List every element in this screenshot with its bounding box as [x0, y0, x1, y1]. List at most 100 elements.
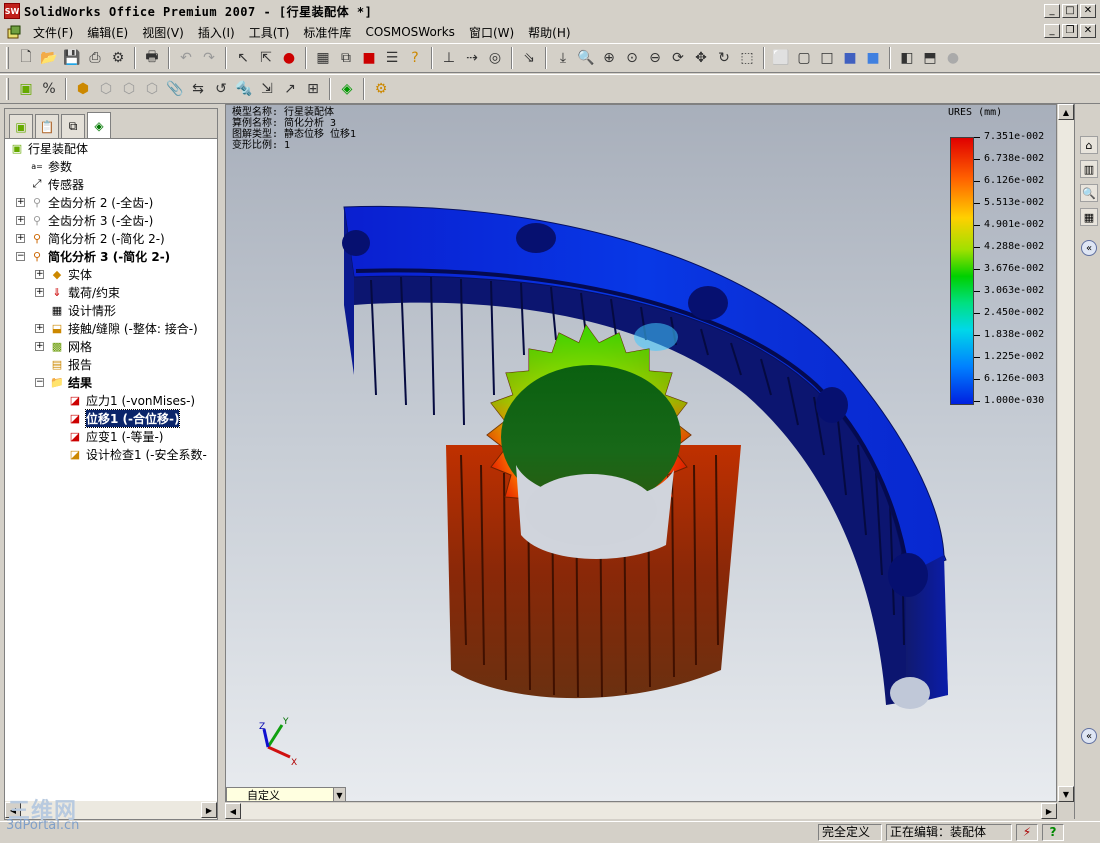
doc-close-icon[interactable]: ✕: [1080, 24, 1096, 38]
rebuild-status-icon[interactable]: ⚡: [1016, 824, 1038, 841]
wireframe-icon[interactable]: ⬜: [771, 48, 791, 68]
tree-item-displacement1[interactable]: ◪ 位移1 (-合位移-): [67, 408, 181, 428]
traffic-light-icon[interactable]: ●: [279, 48, 299, 68]
move-component-icon[interactable]: ⇆: [188, 79, 208, 99]
collapse-icon[interactable]: −: [35, 378, 44, 387]
tree-item-parameters[interactable]: a= 参数: [29, 157, 72, 175]
interference-icon[interactable]: ⊞: [303, 79, 323, 99]
tree-item-mesh[interactable]: ▩ 网格: [49, 337, 92, 355]
maximize-icon[interactable]: □: [1062, 4, 1078, 18]
property-manager-tab-icon[interactable]: 📋: [35, 114, 59, 138]
shaded-edges-icon[interactable]: ■: [840, 48, 860, 68]
tree-item-sensors[interactable]: ⤢ 传感器: [29, 175, 84, 193]
configuration-manager-tab-icon[interactable]: ⧉: [61, 114, 85, 138]
axis-icon[interactable]: ⇢: [462, 48, 482, 68]
expand-icon[interactable]: +: [35, 270, 44, 279]
tree-item-study-full3[interactable]: ⚲ 全齿分析 3 (-全齿-): [29, 211, 153, 229]
gear-settings-icon[interactable]: ⚙: [371, 79, 391, 99]
tree-item-study-full2[interactable]: ⚲ 全齿分析 2 (-全齿-): [29, 193, 153, 211]
tree-item-study-simple3[interactable]: ⚲ 简化分析 3 (-简化 2-): [29, 247, 170, 265]
tree-item-loads[interactable]: ⇓ 载荷/约束: [49, 283, 120, 301]
tree-item-strain1[interactable]: ◪ 应变1 (-等量-): [67, 427, 164, 445]
section-view-icon[interactable]: ◧: [897, 48, 917, 68]
scroll-right-icon[interactable]: ▶: [201, 802, 217, 818]
design-library-icon[interactable]: ▥: [1080, 160, 1098, 178]
dropdown-arrow-icon[interactable]: ▼: [333, 788, 345, 801]
menu-file[interactable]: 文件(F): [26, 24, 80, 41]
menu-help[interactable]: 帮助(H): [521, 24, 577, 41]
scroll-left-icon[interactable]: ◀: [225, 803, 241, 819]
tree-item-study-simple2[interactable]: ⚲ 简化分析 2 (-简化 2-): [29, 229, 165, 247]
doc-minimize-icon[interactable]: _: [1044, 24, 1060, 38]
redo-icon[interactable]: ↷: [199, 48, 219, 68]
mate-icon[interactable]: 📎: [165, 79, 185, 99]
roll-icon[interactable]: ↻: [714, 48, 734, 68]
zoom-out-icon[interactable]: ⊖: [645, 48, 665, 68]
hidden-removed-icon[interactable]: □: [817, 48, 837, 68]
cosmos-manager-tab-icon[interactable]: ◈: [87, 112, 111, 138]
menu-tools[interactable]: 工具(T): [242, 24, 297, 41]
expand-icon[interactable]: +: [16, 198, 25, 207]
view-orientation-icon[interactable]: ⬚: [737, 48, 757, 68]
tree-item-design-check1[interactable]: ◪ 设计检查1 (-安全系数-: [67, 445, 207, 463]
collapse-pane-icon[interactable]: «: [1081, 240, 1097, 256]
undo-icon[interactable]: ↶: [176, 48, 196, 68]
smart-fasteners-icon[interactable]: 🔩: [234, 79, 254, 99]
toolbar-grip-2[interactable]: [6, 78, 9, 100]
tree-item-contact[interactable]: ⬓ 接触/缝隙 (-整体: 接合-): [49, 319, 198, 337]
doc-restore-icon[interactable]: ❐: [1062, 24, 1078, 38]
zoom-selection-icon[interactable]: ⊙: [622, 48, 642, 68]
viewport-vertical-scrollbar[interactable]: ▲ ▼: [1058, 104, 1074, 802]
menu-cosmosworks[interactable]: COSMOSWorks: [358, 25, 462, 39]
print-icon[interactable]: ⎙: [85, 48, 105, 68]
tree-item-stress1[interactable]: ◪ 应力1 (-vonMises-): [67, 391, 195, 409]
assembly-icon[interactable]: ▣: [16, 79, 36, 99]
panel-splitter[interactable]: [219, 108, 224, 820]
tree-item-report[interactable]: ▤ 报告: [49, 355, 92, 373]
perspective-icon[interactable]: ⬒: [920, 48, 940, 68]
edit-component-icon[interactable]: ⧉: [336, 48, 356, 68]
toolbar-grip[interactable]: [6, 47, 9, 69]
expand-icon[interactable]: +: [16, 234, 25, 243]
change-suppression-icon[interactable]: ⬡: [119, 79, 139, 99]
hidden-lines-icon[interactable]: ▢: [794, 48, 814, 68]
menu-view[interactable]: 视图(V): [135, 24, 191, 41]
simulation-icon[interactable]: ◈: [337, 79, 357, 99]
scroll-down-icon[interactable]: ▼: [1058, 786, 1074, 802]
grid-icon[interactable]: ▦: [313, 48, 333, 68]
measure-icon[interactable]: ⇘: [519, 48, 539, 68]
close-icon[interactable]: ✕: [1080, 4, 1096, 18]
menu-edit[interactable]: 编辑(E): [80, 24, 135, 41]
explode-icon[interactable]: ⇲: [257, 79, 277, 99]
minimize-icon[interactable]: _: [1044, 4, 1060, 18]
save-icon[interactable]: 💾: [62, 48, 82, 68]
view-configuration-combo[interactable]: 自定义 ▼: [226, 787, 346, 801]
realview-icon[interactable]: ●: [943, 48, 963, 68]
shaded-icon[interactable]: ■: [863, 48, 883, 68]
options-icon[interactable]: ⚙: [108, 48, 128, 68]
select-icon[interactable]: ↖: [233, 48, 253, 68]
view-palette-icon[interactable]: ▦: [1080, 208, 1098, 226]
tree-item-results[interactable]: 📁 结果: [49, 373, 92, 391]
help-icon[interactable]: ?: [405, 48, 425, 68]
tree-item-solids[interactable]: ◆ 实体: [49, 265, 92, 283]
tree-item-design-scenario[interactable]: ▦ 设计情形: [49, 301, 116, 319]
percent-icon[interactable]: %: [39, 79, 59, 99]
rotate-component-icon[interactable]: ↺: [211, 79, 231, 99]
menu-insert[interactable]: 插入(I): [191, 24, 242, 41]
hide-show-icon[interactable]: ⬡: [96, 79, 116, 99]
zoom-area-icon[interactable]: 🔍: [576, 48, 596, 68]
target-icon[interactable]: ◎: [485, 48, 505, 68]
graphics-viewport[interactable]: 模型名称: 行星装配体 算例名称: 简化分析 3 图解类型: 静态位移 位移1 …: [225, 104, 1057, 802]
pan-icon[interactable]: ✥: [691, 48, 711, 68]
feature-manager-tab-icon[interactable]: ▣: [9, 114, 33, 138]
expand-pane-icon[interactable]: «: [1081, 728, 1097, 744]
zoom-fit-icon[interactable]: ⤓: [553, 48, 573, 68]
collapse-icon[interactable]: −: [16, 252, 25, 261]
open-icon[interactable]: 📂: [39, 48, 59, 68]
rebuild-icon[interactable]: ■: [359, 48, 379, 68]
file-explorer-icon[interactable]: 🔍: [1080, 184, 1098, 202]
home-icon[interactable]: ⌂: [1080, 136, 1098, 154]
rotate-icon[interactable]: ⟳: [668, 48, 688, 68]
new-icon[interactable]: 🗋: [16, 48, 36, 68]
